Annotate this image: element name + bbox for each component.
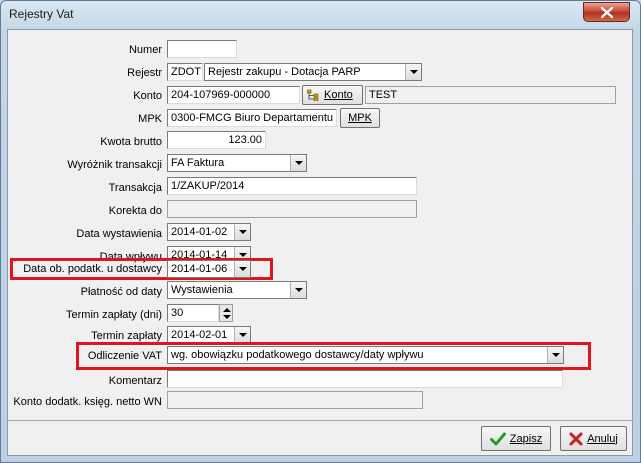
chevron-down-icon[interactable]: [234, 327, 250, 343]
konto-label: Konto: [133, 90, 162, 102]
numer-label: Numer: [128, 44, 162, 56]
korekta-do-field: [167, 200, 417, 218]
kwota-brutto-input[interactable]: 123.00: [167, 131, 266, 149]
kwota-brutto-label: Kwota brutto: [100, 136, 162, 148]
checkmark-icon: [489, 432, 506, 445]
wyroznik-select[interactable]: FA Faktura: [167, 154, 307, 172]
termin-zaplaty-value: 2014-02-01: [171, 329, 228, 341]
tree-icon: [307, 89, 319, 101]
chevron-down-icon[interactable]: [547, 347, 563, 363]
numer-input[interactable]: [167, 40, 237, 58]
transakcja-input[interactable]: 1/ZAKUP/2014: [167, 177, 417, 195]
chevron-down-icon[interactable]: [290, 282, 306, 298]
save-button-label: Zapisz: [509, 432, 543, 445]
x-icon: [569, 432, 583, 445]
konto-button-label: Konto: [324, 89, 353, 101]
transakcja-label: Transakcja: [108, 182, 162, 194]
data-ob-podatk-picker[interactable]: 2014-01-06: [167, 260, 251, 278]
cancel-button-label: Anuluj: [587, 432, 618, 445]
mpk-input[interactable]: 0300-FMCG Biuro Departamentu: [167, 109, 337, 127]
komentarz-label: Komentarz: [108, 375, 162, 387]
mpk-button[interactable]: MPK: [340, 108, 380, 128]
chevron-down-icon[interactable]: [290, 155, 306, 171]
rejestr-label: Rejestr: [127, 67, 162, 79]
konto-input[interactable]: 204-107969-000000: [167, 86, 300, 104]
wyroznik-label: Wyróżnik transakcji: [67, 159, 162, 171]
rejestr-select-value: Rejestr zakupu - Dotacja PARP: [208, 66, 361, 78]
platnosc-od-daty-select[interactable]: Wystawienia: [167, 281, 307, 299]
konto-dodatk-label: Konto dodatk. księg. netto WN: [13, 396, 162, 408]
termin-zaplaty-dni-input[interactable]: 30: [167, 304, 219, 322]
odliczenie-vat-select[interactable]: wg. obowiązku podatkowego dostawcy/daty …: [167, 346, 564, 364]
wyroznik-select-value: FA Faktura: [171, 157, 225, 169]
korekta-do-label: Korekta do: [108, 205, 162, 217]
data-wystawienia-label: Data wystawienia: [76, 228, 162, 240]
termin-zaplaty-dni-label: Termin zapłaty (dni): [66, 309, 162, 321]
chevron-down-icon[interactable]: [234, 261, 250, 277]
close-button[interactable]: [583, 2, 630, 22]
close-icon: [600, 6, 613, 18]
save-button[interactable]: Zapisz: [481, 426, 551, 451]
termin-zaplaty-dni-spinner[interactable]: [219, 304, 233, 322]
konto-dodatk-field: [167, 391, 423, 409]
rejestr-code-input[interactable]: ZDOT: [167, 63, 203, 81]
konto-name-field: TEST: [365, 86, 616, 104]
termin-zaplaty-label: Termin zapłaty: [91, 330, 162, 342]
odliczenie-vat-value: wg. obowiązku podatkowego dostawcy/daty …: [171, 349, 424, 361]
chevron-down-icon[interactable]: [405, 64, 421, 80]
data-ob-podatk-label: Data ob. podatk. u dostawcy: [23, 263, 162, 275]
rejestr-select[interactable]: Rejestr zakupu - Dotacja PARP: [204, 63, 422, 81]
odliczenie-vat-label: Odliczenie VAT: [87, 350, 162, 362]
mpk-label: MPK: [138, 113, 162, 125]
data-ob-podatk-value: 2014-01-06: [171, 263, 228, 275]
data-wystawienia-value: 2014-01-02: [171, 226, 228, 238]
spin-up-icon[interactable]: [223, 308, 231, 312]
mpk-button-label: MPK: [348, 112, 372, 124]
platnosc-od-daty-label: Płatność od daty: [80, 286, 162, 298]
komentarz-input[interactable]: [167, 370, 563, 388]
data-wystawienia-picker[interactable]: 2014-01-02: [167, 223, 251, 241]
platnosc-od-daty-value: Wystawienia: [171, 284, 233, 296]
chevron-down-icon[interactable]: [234, 224, 250, 240]
spin-down-icon[interactable]: [223, 315, 231, 319]
cancel-button[interactable]: Anuluj: [560, 426, 627, 451]
separator: [8, 420, 634, 421]
window-title: Rejestry Vat: [9, 7, 74, 21]
konto-button[interactable]: Konto: [302, 85, 363, 105]
